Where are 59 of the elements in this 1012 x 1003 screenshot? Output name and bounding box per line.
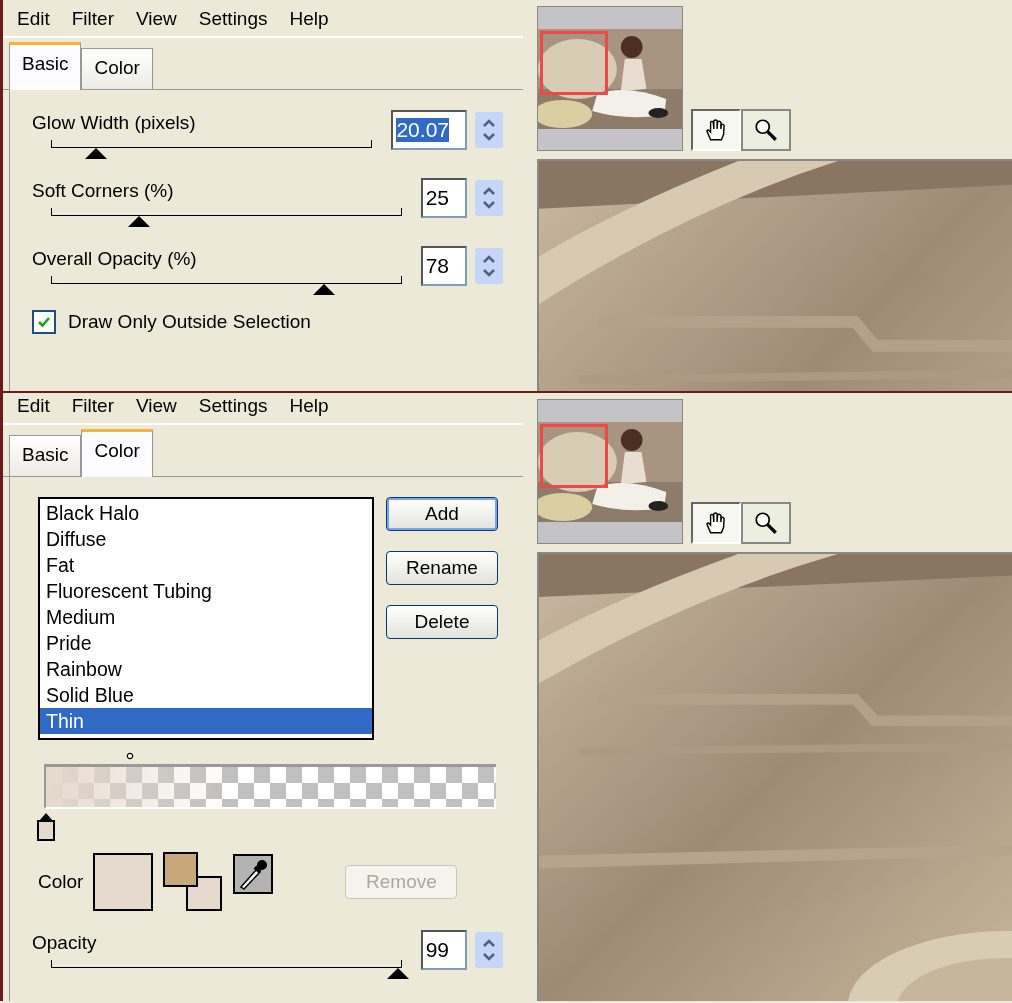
menu-item[interactable]: Filter (71, 395, 114, 417)
tab[interactable]: Color (81, 429, 153, 477)
slider-thumb[interactable] (387, 968, 410, 979)
tab[interactable]: Basic (9, 435, 82, 476)
slider-thumb[interactable] (85, 148, 107, 159)
value-field[interactable]: 78 (420, 246, 467, 286)
midpoint-marker[interactable] (126, 752, 134, 760)
spinner-icon[interactable] (475, 112, 503, 148)
spinner-icon[interactable] (475, 180, 503, 216)
pan-tool-button[interactable] (691, 109, 741, 151)
tab[interactable]: Color (81, 48, 153, 89)
checkbox-label[interactable]: Draw Only Outside Selection (68, 311, 311, 333)
menu-item[interactable]: Filter (71, 8, 114, 30)
zoom-tool-button[interactable] (741, 502, 791, 544)
slider-label: Opacity (32, 932, 98, 954)
spinner-icon[interactable] (475, 932, 503, 968)
list-item[interactable]: Thin (40, 708, 372, 734)
list-item[interactable]: Solid Blue (40, 682, 372, 708)
color-stop-marker[interactable] (36, 812, 56, 842)
list-item[interactable]: Pride (40, 630, 372, 656)
navigator-thumbnail[interactable] (537, 399, 683, 544)
list-item[interactable]: Black Halo (40, 500, 372, 526)
zoom-tool-button[interactable] (741, 109, 791, 151)
menu-item[interactable]: Settings (198, 395, 268, 417)
value-field[interactable]: 25 (420, 178, 467, 218)
value-field[interactable]: 99 (420, 930, 467, 970)
button[interactable]: Add (386, 497, 498, 531)
menu-item[interactable]: Edit (17, 8, 50, 30)
check-icon (37, 315, 51, 329)
list-item[interactable]: Medium (40, 604, 372, 630)
tab[interactable]: Basic (9, 42, 82, 90)
magnifier-icon (753, 510, 779, 536)
menu-item[interactable]: Help (289, 8, 329, 30)
list-item[interactable]: Fluorescent Tubing (40, 578, 372, 604)
navigator-thumbnail[interactable] (537, 6, 683, 151)
button[interactable]: Delete (386, 605, 498, 639)
list-item[interactable]: Diffuse (40, 526, 372, 552)
slider-thumb[interactable] (313, 284, 336, 295)
menu-item[interactable]: Help (289, 395, 329, 417)
color-pair-swatches[interactable] (163, 852, 224, 912)
list-item[interactable]: Rainbow (40, 656, 372, 682)
slider-thumb[interactable] (127, 216, 150, 227)
menu-item[interactable]: View (136, 8, 177, 30)
spinner-icon[interactable] (475, 248, 503, 284)
list-item[interactable]: Fat (40, 552, 372, 578)
menu-item[interactable]: View (136, 395, 177, 417)
color-swatch[interactable] (93, 853, 154, 911)
eyedropper-button[interactable] (233, 854, 274, 894)
value-field[interactable]: 20.07 (391, 110, 467, 150)
menu-item[interactable]: Edit (17, 395, 50, 417)
menu-item[interactable]: Settings (198, 8, 268, 30)
magnifier-icon (753, 117, 779, 143)
checkbox[interactable] (32, 310, 56, 334)
slider-label: Glow Width (pixels) (32, 112, 197, 134)
slider-label: Overall Opacity (%) (32, 248, 198, 270)
button[interactable]: Rename (386, 551, 498, 585)
slider-label: Soft Corners (%) (32, 180, 175, 202)
pan-tool-button[interactable] (691, 502, 741, 544)
color-label: Color (38, 871, 84, 893)
